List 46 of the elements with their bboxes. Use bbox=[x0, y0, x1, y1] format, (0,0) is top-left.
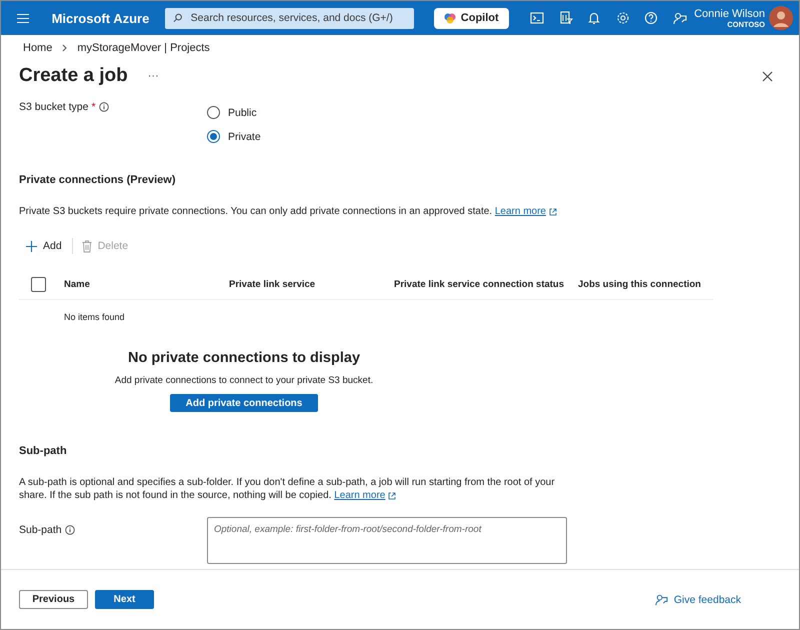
column-header[interactable]: Name bbox=[64, 279, 229, 290]
learn-more-link[interactable]: Learn more bbox=[334, 489, 396, 502]
user-name: Connie Wilson bbox=[694, 8, 765, 20]
external-link-icon bbox=[388, 492, 396, 500]
column-header[interactable]: Jobs using this connection bbox=[578, 279, 713, 290]
copilot-button[interactable]: Copilot bbox=[434, 8, 509, 28]
field-label: Sub-path bbox=[19, 523, 207, 537]
sub-path-field[interactable]: Optional, example: first-folder-from-root/second-folder-from-root bbox=[207, 517, 567, 564]
info-icon bbox=[98, 102, 109, 112]
copilot-logo bbox=[444, 12, 456, 24]
brand-name: Microsoft Azure bbox=[52, 10, 150, 26]
radio-option[interactable]: Public bbox=[207, 106, 781, 119]
column-header[interactable]: Private link service connection status bbox=[394, 279, 578, 290]
menu-icon bbox=[16, 12, 30, 24]
empty-state-title: No private connections to display bbox=[128, 350, 360, 366]
field-label: S3 bucket type * bbox=[19, 100, 207, 114]
feedback-icon bbox=[654, 593, 668, 606]
search-field[interactable]: Search resources, services, and docs (G+/) bbox=[165, 8, 414, 28]
chevron-icon bbox=[62, 44, 68, 52]
page-title: Create a job bbox=[19, 65, 128, 87]
section-heading: Private connections (Preview) bbox=[19, 174, 176, 186]
section-heading: Sub-path bbox=[19, 445, 68, 457]
breadcrumb-link[interactable]: myStorageMover | Projects bbox=[77, 42, 210, 54]
required-mark: * bbox=[91, 101, 96, 113]
empty-message: No items found bbox=[64, 312, 125, 322]
next-button[interactable]: Next bbox=[95, 590, 154, 609]
column-header[interactable]: Private link service bbox=[229, 279, 394, 290]
breadcrumb-link[interactable]: Home bbox=[23, 42, 52, 54]
external-link-icon bbox=[549, 208, 557, 216]
trash-icon bbox=[80, 240, 93, 252]
more-button[interactable]: ··· bbox=[148, 70, 159, 82]
select-all-checkbox[interactable] bbox=[31, 277, 46, 292]
search-icon bbox=[173, 13, 183, 23]
info-icon bbox=[64, 525, 75, 535]
section-description: Private S3 buckets require private connections. You can only add private connections in an approved state. Learn more bbox=[19, 205, 781, 218]
give-feedback-link[interactable]: Give feedback bbox=[654, 593, 741, 606]
avatar-icon[interactable] bbox=[769, 6, 793, 30]
empty-state-text: Add private connections to connect to your private S3 bucket. bbox=[114, 375, 374, 386]
close-button[interactable] bbox=[762, 70, 773, 82]
learn-more-link[interactable]: Learn more bbox=[494, 205, 557, 218]
add-private-connections-button[interactable]: Add private connections bbox=[170, 394, 318, 412]
section-description: A sub-path is optional and specifies a sub-folder. If you don't define a sub-path, a job will run starting from the root of your share. If the sub path is not found in the source, nothing will be copied. Learn more bbox=[19, 476, 556, 502]
add-button[interactable]: Add bbox=[25, 240, 70, 252]
plus-icon bbox=[25, 240, 38, 252]
previous-button[interactable]: Previous bbox=[19, 590, 88, 609]
radio-option[interactable]: Private bbox=[207, 130, 781, 143]
